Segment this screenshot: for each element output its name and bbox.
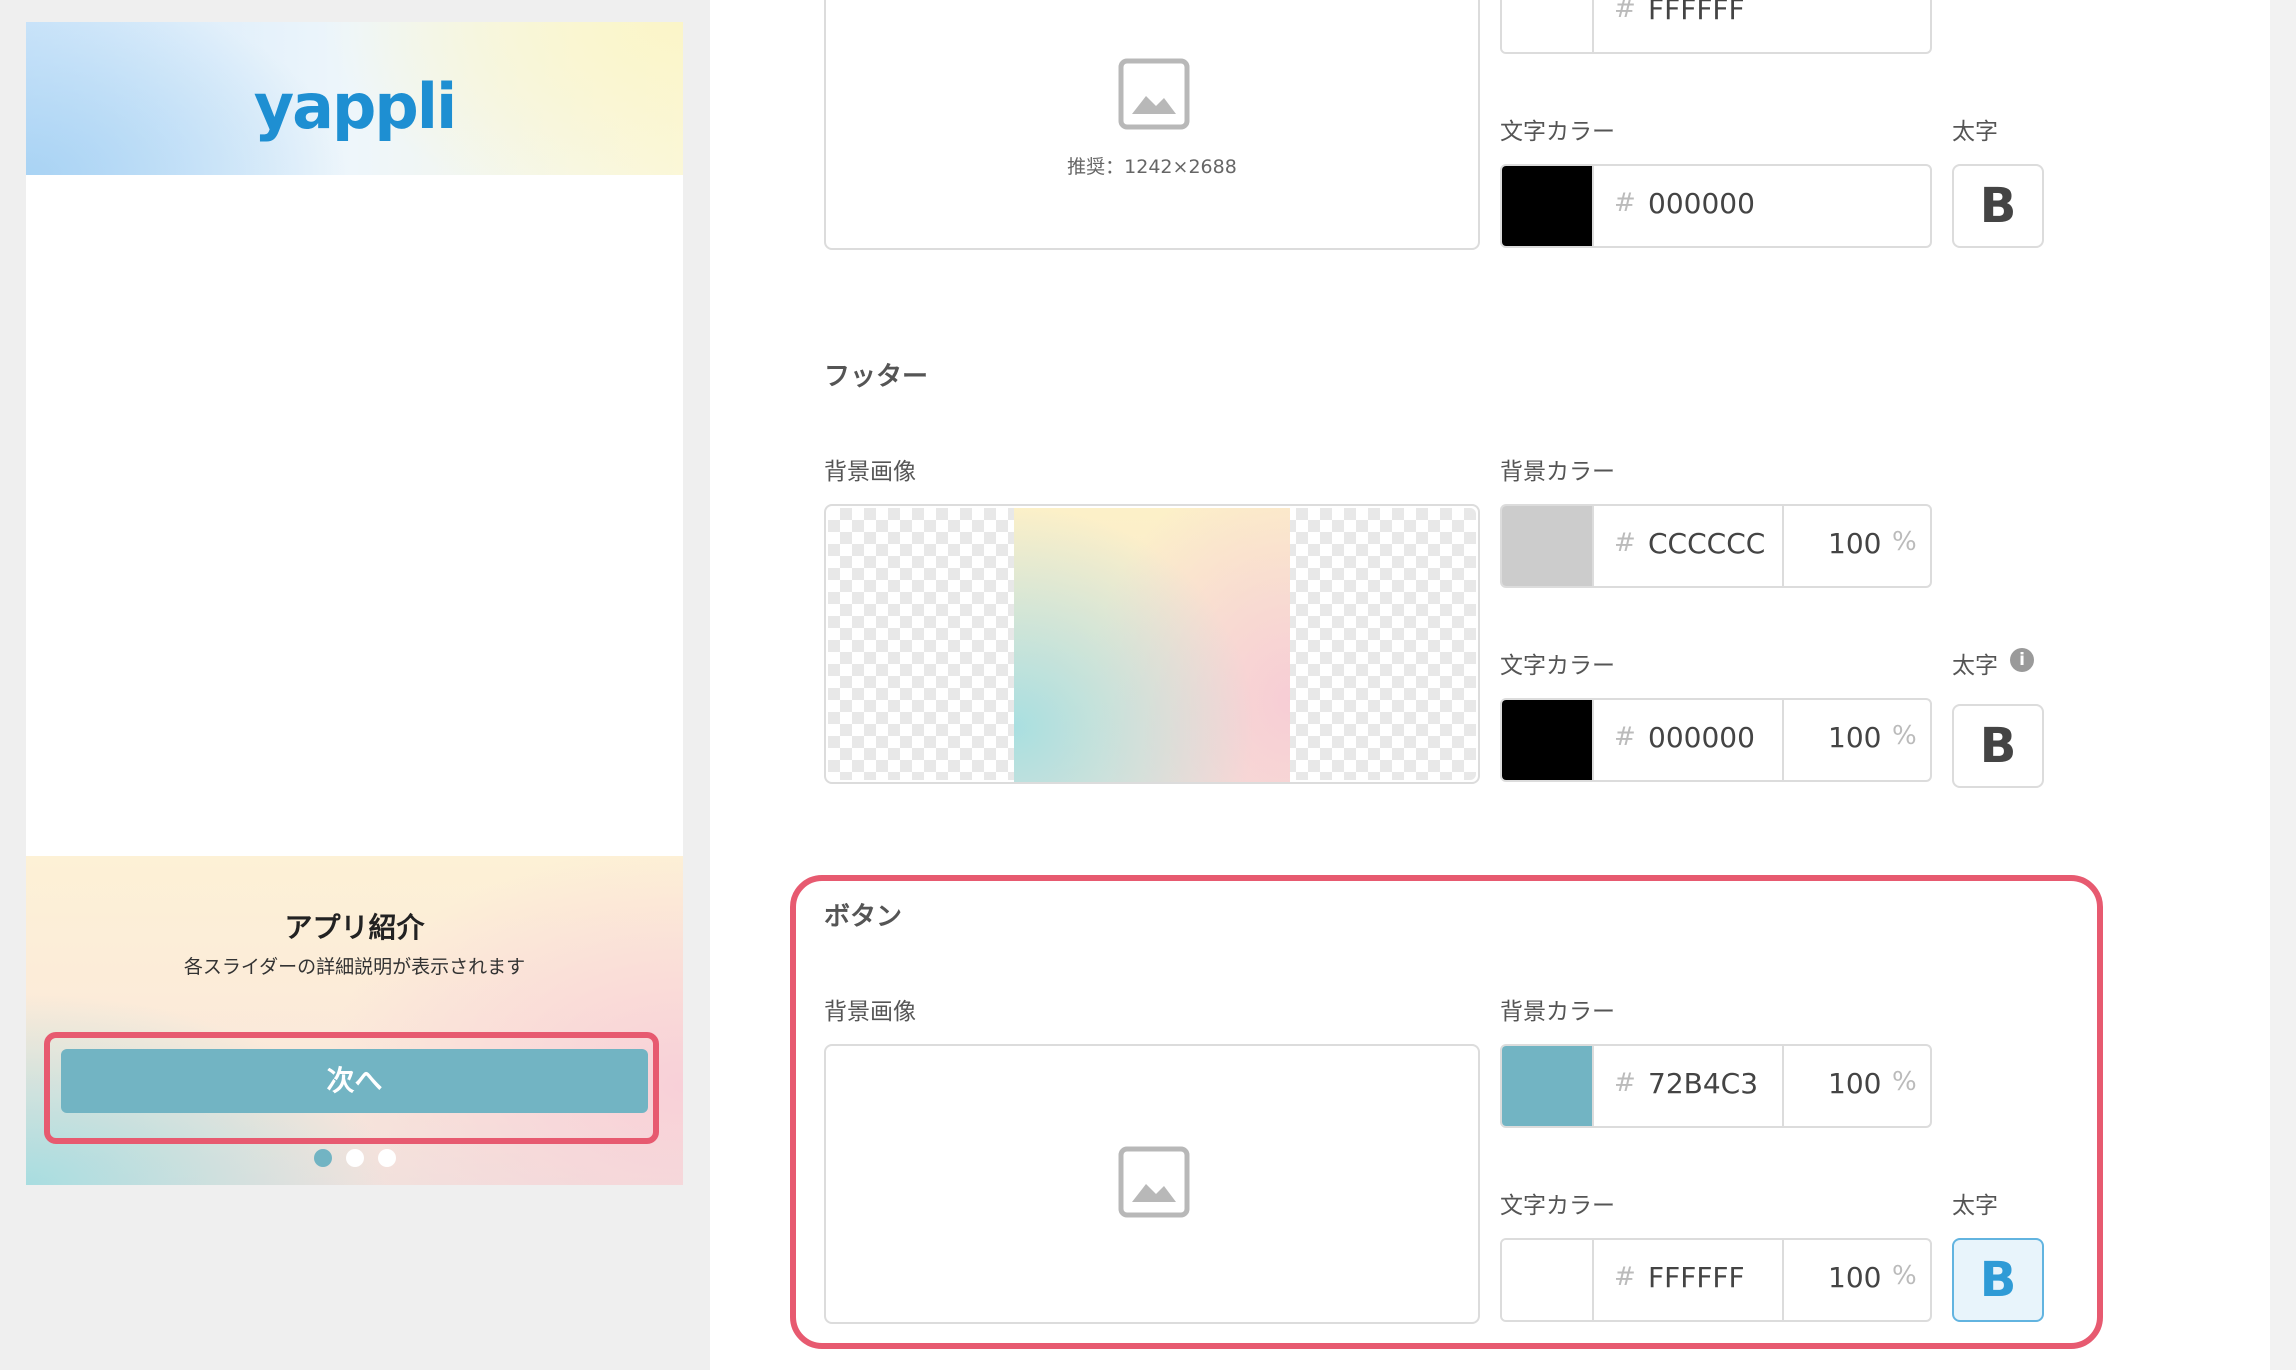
color-swatch[interactable] <box>1502 506 1592 586</box>
button-bg-image-upload[interactable] <box>824 1044 1480 1324</box>
pagination-dots <box>26 1149 683 1167</box>
hex-value: 000000 <box>1648 187 1755 220</box>
footer-bg-image-label: 背景画像 <box>824 459 916 485</box>
footer-section-title: フッター <box>824 362 929 392</box>
button-text-color-input[interactable]: # FFFFFF 100 % <box>1500 1238 1932 1322</box>
hex-field[interactable]: # FFFFFF <box>1592 0 1930 52</box>
image-placeholder-icon <box>1118 58 1190 130</box>
opacity-field[interactable]: 100 % <box>1782 1046 1930 1126</box>
hex-value: 72B4C3 <box>1648 1067 1759 1100</box>
pagination-dot[interactable] <box>377 1149 396 1167</box>
pagination-dot[interactable] <box>345 1149 364 1167</box>
color-swatch[interactable] <box>1502 0 1592 52</box>
hex-field[interactable]: # 000000 <box>1592 700 1782 780</box>
preview-button-highlight <box>44 1032 659 1144</box>
opacity-field[interactable]: 100 % <box>1782 506 1930 586</box>
button-section-title: ボタン <box>824 902 903 932</box>
opacity-field[interactable]: 100 % <box>1782 1240 1930 1320</box>
footer-bg-image-upload[interactable] <box>824 504 1480 784</box>
opacity-value: 100 <box>1828 527 1882 560</box>
footer-bg-color-label: 背景カラー <box>1500 459 1615 485</box>
percent-symbol: % <box>1892 721 1917 751</box>
footer-bg-image-thumbnail <box>1014 508 1290 782</box>
button-bold-label: 太字 <box>1952 1193 1998 1219</box>
hex-field[interactable]: # 72B4C3 <box>1592 1046 1782 1126</box>
hex-value: 000000 <box>1648 721 1755 754</box>
info-icon[interactable]: i <box>2010 648 2034 672</box>
footer-bold-label: 太字 <box>1952 653 1998 679</box>
preview-panel: yappli アプリ紹介 各スライダーの詳細説明が表示されます 次へ <box>0 0 710 1370</box>
pagination-dot-active[interactable] <box>313 1149 332 1167</box>
hex-field[interactable]: # CCCCCC <box>1592 506 1782 586</box>
hex-field[interactable]: # FFFFFF <box>1592 1240 1782 1320</box>
scrollbar-track[interactable] <box>2270 0 2296 1370</box>
header-bold-label: 太字 <box>1952 119 1998 145</box>
preview-footer-description: 各スライダーの詳細説明が表示されます <box>183 956 526 978</box>
opacity-value: 100 <box>1828 721 1882 754</box>
image-placeholder-icon <box>1118 1146 1190 1218</box>
hex-field[interactable]: # 000000 <box>1592 166 1930 246</box>
button-bg-color-input[interactable]: # 72B4C3 100 % <box>1500 1044 1932 1128</box>
color-swatch[interactable] <box>1502 166 1592 246</box>
recommended-size-text: 推奨：1242×2688 <box>1067 156 1237 178</box>
opacity-field[interactable]: 100 % <box>1782 700 1930 780</box>
footer-bg-color-input[interactable]: # CCCCCC 100 % <box>1500 504 1932 588</box>
preview-footer: アプリ紹介 各スライダーの詳細説明が表示されます 次へ <box>26 856 683 1185</box>
button-bold-toggle[interactable]: B <box>1952 1238 2044 1322</box>
hash-symbol: # <box>1614 528 1636 558</box>
footer-text-color-label: 文字カラー <box>1500 653 1615 679</box>
button-text-color-label: 文字カラー <box>1500 1193 1615 1219</box>
preview-footer-title: アプリ紹介 <box>284 911 425 944</box>
opacity-value: 100 <box>1828 1067 1882 1100</box>
color-swatch[interactable] <box>1502 1240 1592 1320</box>
header-text-color-input[interactable]: # 000000 <box>1500 164 1932 248</box>
header-bold-toggle[interactable]: B <box>1952 164 2044 248</box>
hash-symbol: # <box>1614 1262 1636 1292</box>
percent-symbol: % <box>1892 1261 1917 1291</box>
hex-value: FFFFFF <box>1648 0 1745 26</box>
footer-bold-toggle[interactable]: B <box>1952 704 2044 788</box>
hex-value: CCCCCC <box>1648 527 1766 560</box>
opacity-value: 100 <box>1828 1261 1882 1294</box>
hash-symbol: # <box>1614 0 1636 24</box>
app-logo: yappli <box>253 70 458 143</box>
header-bg-image-upload[interactable]: 推奨：1242×2688 <box>824 0 1480 250</box>
preview-header: yappli <box>26 22 683 175</box>
button-bg-color-label: 背景カラー <box>1500 999 1615 1025</box>
phone-preview: yappli アプリ紹介 各スライダーの詳細説明が表示されます 次へ <box>26 22 683 1185</box>
header-top-color-input[interactable]: # FFFFFF <box>1500 0 1932 54</box>
button-bg-image-label: 背景画像 <box>824 999 916 1025</box>
percent-symbol: % <box>1892 1067 1917 1097</box>
percent-symbol: % <box>1892 527 1917 557</box>
hex-value: FFFFFF <box>1648 1261 1745 1294</box>
header-text-color-label: 文字カラー <box>1500 119 1615 145</box>
hash-symbol: # <box>1614 722 1636 752</box>
color-swatch[interactable] <box>1502 700 1592 780</box>
footer-text-color-input[interactable]: # 000000 100 % <box>1500 698 1932 782</box>
hash-symbol: # <box>1614 1068 1636 1098</box>
color-swatch[interactable] <box>1502 1046 1592 1126</box>
hash-symbol: # <box>1614 188 1636 218</box>
